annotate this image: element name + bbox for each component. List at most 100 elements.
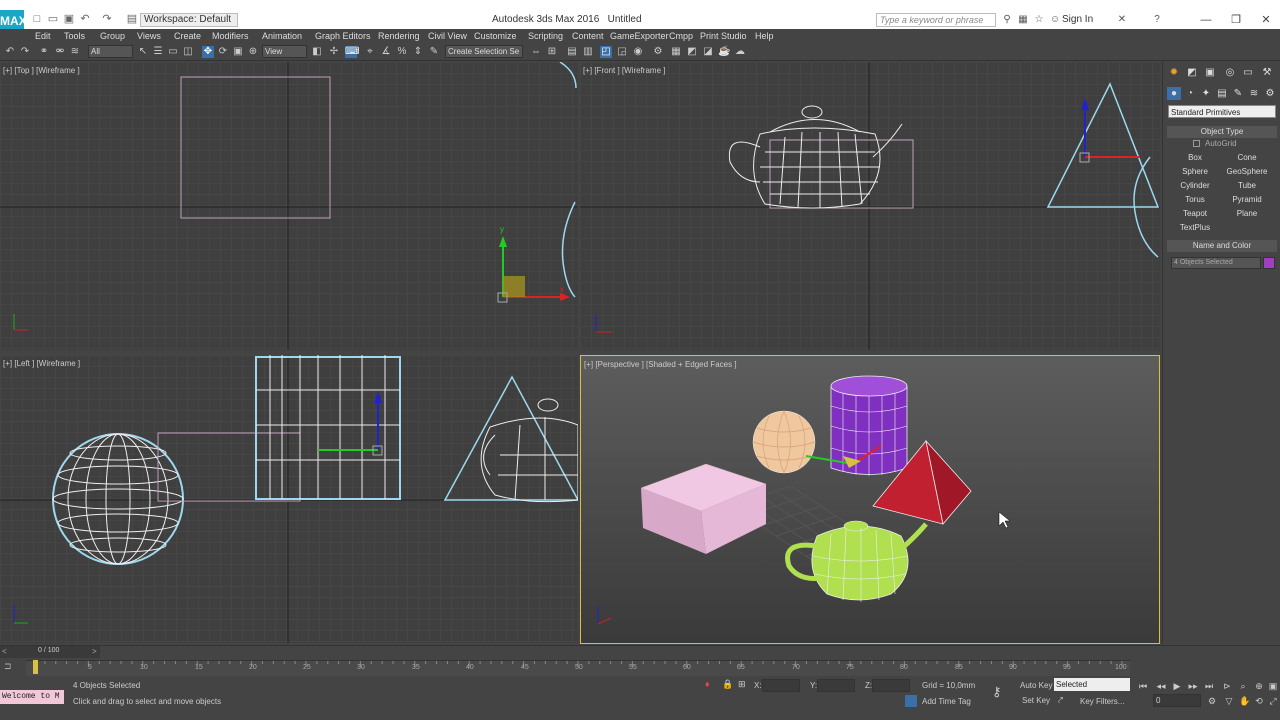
named-selection-set-dropdown[interactable]: Create Selection Se	[445, 45, 523, 58]
menu-print-studio[interactable]: Print Studio	[700, 29, 747, 43]
viewport-left-label[interactable]: [+] [Left ] [Wireframe ]	[3, 359, 80, 368]
percent-snap-icon[interactable]: %	[396, 46, 408, 58]
object-name-field[interactable]: 4 Objects Selected	[1171, 257, 1261, 269]
viewport-front[interactable]: [+] [Front ] [Wireframe ]	[580, 62, 1160, 350]
save-icon[interactable]: ▣	[62, 13, 76, 25]
menu-group[interactable]: Group	[100, 29, 125, 43]
maximize-button[interactable]: ❐	[1226, 13, 1246, 27]
previous-frame-icon[interactable]: ◂◂	[1154, 680, 1168, 692]
zoom-all-icon[interactable]: ⊕	[1252, 680, 1266, 692]
reference-coordinate-dropdown[interactable]: View	[262, 45, 307, 58]
menu-content[interactable]: Content	[572, 29, 604, 43]
maximize-viewport-icon[interactable]: ⤢	[1266, 695, 1280, 707]
name-and-color-rollout[interactable]: Name and Color	[1167, 240, 1277, 252]
new-file-icon[interactable]: □	[30, 13, 44, 25]
isolate-selection-icon[interactable]: ♦	[705, 679, 710, 689]
key-icon[interactable]: ⚷	[992, 684, 1002, 700]
keyboard-shortcut-override-icon[interactable]: ⌨	[345, 46, 359, 58]
subscription-icon[interactable]: ▦	[1016, 14, 1030, 26]
time-slider-next-icon[interactable]: >	[92, 647, 97, 656]
pyramid-button[interactable]: Pyramid	[1222, 194, 1272, 206]
binoculars-icon[interactable]: ⚲	[1000, 14, 1014, 26]
current-frame-input[interactable]: 0	[1153, 694, 1201, 707]
zoom-icon[interactable]: ⌕	[1236, 680, 1250, 692]
shapes-icon[interactable]: ◔	[1183, 87, 1197, 100]
curve-editor-icon[interactable]: ◰	[600, 46, 612, 58]
rectangular-selection-icon[interactable]: ▭	[167, 46, 179, 58]
menu-cmpp[interactable]: Cmpp	[669, 29, 693, 43]
auto-key-button[interactable]: Auto Key	[1020, 681, 1052, 690]
favorites-star-icon[interactable]: ☆	[1032, 14, 1046, 26]
schematic-view-icon[interactable]: ◲	[616, 46, 628, 58]
go-to-start-icon[interactable]: ⏮	[1136, 680, 1150, 692]
add-time-tag-button[interactable]: Add Time Tag	[922, 697, 971, 706]
menu-civil-view[interactable]: Civil View	[428, 29, 467, 43]
select-and-scale-icon[interactable]: ▣	[232, 46, 244, 58]
menu-edit[interactable]: Edit	[35, 29, 51, 43]
field-of-view-icon[interactable]: ▽	[1222, 695, 1236, 707]
zoom-extents-icon[interactable]: ▣	[1266, 680, 1280, 692]
mirror-icon[interactable]: ⇔	[530, 46, 542, 58]
rendered-frame-window-icon[interactable]: ▦	[670, 46, 682, 58]
maxscript-listener[interactable]: Welcome to M	[0, 690, 64, 704]
set-key-button[interactable]: Set Key	[1022, 696, 1050, 705]
pan-view-icon[interactable]: ✋	[1238, 695, 1252, 707]
time-slider-prev-icon[interactable]: <	[2, 647, 7, 656]
default-in-out-tangent-icon[interactable]: ⤤	[1058, 695, 1063, 706]
align-icon[interactable]: ⊞	[546, 46, 558, 58]
key-mode-toggle-icon[interactable]: ⊳	[1220, 680, 1234, 692]
undo-icon[interactable]: ↶	[4, 46, 16, 58]
select-and-move-icon[interactable]: ✥	[202, 46, 214, 58]
orbit-icon[interactable]: ⟲	[1252, 695, 1266, 707]
z-coordinate-input[interactable]	[872, 679, 910, 692]
angle-snap-icon[interactable]: ∡	[380, 46, 392, 58]
cone-button[interactable]: Cone	[1222, 152, 1272, 164]
select-by-name-icon[interactable]: ☰	[152, 46, 164, 58]
mini-curve-editor-icon[interactable]: ⊐	[4, 661, 12, 672]
create-tab-icon[interactable]: ✹	[1167, 66, 1181, 79]
y-coordinate-input[interactable]	[817, 679, 855, 692]
sphere-button[interactable]: Sphere	[1170, 166, 1220, 178]
window-crossing-icon[interactable]: ◫	[182, 46, 194, 58]
redo-icon[interactable]: ↷	[19, 46, 31, 58]
select-and-place-icon[interactable]: ⊕	[247, 46, 259, 58]
x-coordinate-input[interactable]	[762, 679, 800, 692]
object-type-rollout[interactable]: Object Type	[1167, 126, 1277, 138]
primitive-category-dropdown[interactable]: Standard Primitives	[1168, 105, 1276, 118]
select-and-rotate-icon[interactable]: ⟳	[217, 46, 229, 58]
teapot-button[interactable]: Teapot	[1170, 208, 1220, 220]
open-file-icon[interactable]: ▭	[46, 13, 60, 25]
box-button[interactable]: Box	[1170, 152, 1220, 164]
link-icon[interactable]: ⚭	[38, 46, 50, 58]
minimize-button[interactable]: —	[1196, 13, 1216, 27]
menu-modifiers[interactable]: Modifiers	[212, 29, 249, 43]
menu-customize[interactable]: Customize	[474, 29, 517, 43]
time-tag-icon[interactable]	[905, 695, 917, 707]
bind-spacewarp-icon[interactable]: ≋	[69, 46, 81, 58]
exchange-icon[interactable]: ✕	[1115, 14, 1129, 26]
workspace-dropdown[interactable]: Workspace: Default	[140, 13, 238, 27]
textplus-button[interactable]: TextPlus	[1170, 222, 1220, 234]
layer-explorer-icon[interactable]: ▤	[566, 46, 578, 58]
select-manipulate-icon[interactable]: ✢	[328, 46, 340, 58]
viewport-top-label[interactable]: [+] [Top ] [Wireframe ]	[3, 66, 80, 75]
viewport-perspective-label[interactable]: [+] [Perspective ] [Shaded + Edged Faces…	[584, 360, 737, 369]
key-filters-button[interactable]: Key Filters...	[1080, 697, 1124, 706]
render-production-icon[interactable]: ◩	[686, 46, 698, 58]
select-object-icon[interactable]: ↖	[137, 46, 149, 58]
render-teapot-icon[interactable]: ☕	[718, 46, 730, 58]
cameras-icon[interactable]: ▤	[1215, 87, 1229, 100]
snaps-toggle-icon[interactable]: ⌖	[364, 46, 376, 58]
viewport-perspective[interactable]: [+] [Perspective ] [Shaded + Edged Faces…	[580, 355, 1160, 644]
menu-tools[interactable]: Tools	[64, 29, 85, 43]
lights-icon[interactable]: ✦	[1199, 87, 1213, 100]
next-frame-icon[interactable]: ▸▸	[1186, 680, 1200, 692]
redo-icon[interactable]: ↷	[100, 13, 114, 25]
spinner-snap-icon[interactable]: ⇕	[412, 46, 424, 58]
unlink-icon[interactable]: ⚮	[54, 46, 66, 58]
utilities-tab-icon[interactable]: ⚒	[1260, 66, 1274, 79]
spacewarps-icon[interactable]: ≋	[1247, 87, 1261, 100]
motion-tab-icon[interactable]: ◎	[1223, 66, 1237, 79]
search-input[interactable]: Type a keyword or phrase	[876, 13, 996, 27]
project-folder-icon[interactable]: ▤	[125, 13, 139, 25]
